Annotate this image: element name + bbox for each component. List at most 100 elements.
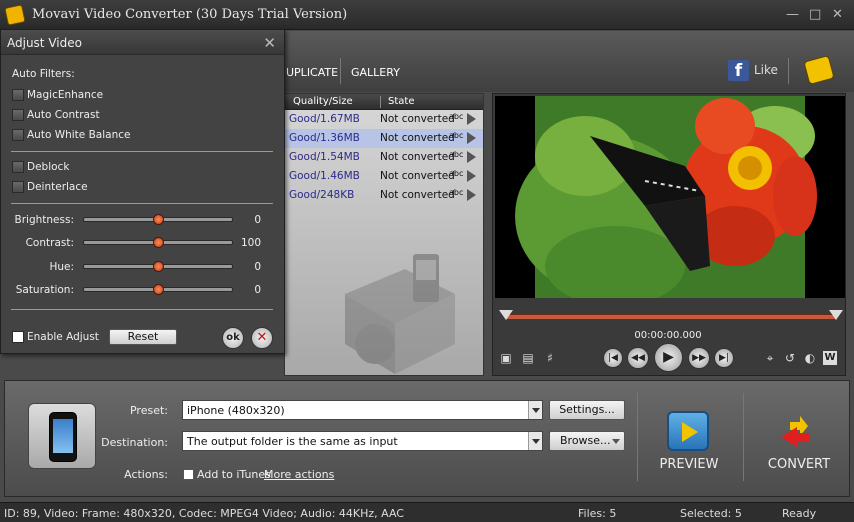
video-frame-image <box>495 96 845 298</box>
status-text: Ready <box>782 507 817 520</box>
brightness-label: Brightness: <box>14 214 74 226</box>
state: Not converted <box>380 132 455 144</box>
rotate-icon[interactable]: ↺ <box>783 351 797 365</box>
timeline-track[interactable] <box>505 314 837 320</box>
slider-thumb[interactable] <box>152 214 164 225</box>
chevron-down-icon[interactable] <box>612 439 620 444</box>
arrow-right-icon[interactable] <box>467 170 476 182</box>
settings-button[interactable]: Settings... <box>549 400 625 420</box>
timeline-slider[interactable] <box>499 310 843 324</box>
browse-label: Browse... <box>560 434 611 447</box>
tab-duplicate[interactable]: UPLICATE <box>286 66 338 79</box>
deinterlace-checkbox[interactable] <box>12 181 24 193</box>
deinterlace-label[interactable]: Deinterlace <box>27 181 88 193</box>
chevron-down-icon[interactable] <box>528 432 542 450</box>
fast-forward-icon[interactable]: ▶▶ <box>688 347 710 369</box>
divider <box>11 203 273 204</box>
media-info: ID: 89, Video: Frame: 480x320, Codec: MP… <box>4 507 404 520</box>
convert-button[interactable]: CONVERT <box>757 457 841 472</box>
auto-contrast-checkbox[interactable] <box>12 109 24 121</box>
add-to-itunes-label[interactable]: Add to iTunes <box>197 468 271 481</box>
fullscreen-icon[interactable]: ▣ <box>499 351 513 365</box>
maximize-button[interactable]: □ <box>809 8 821 22</box>
destination-label: Destination: <box>101 436 168 449</box>
more-actions-link[interactable]: More actions <box>264 468 334 481</box>
separator <box>637 393 638 481</box>
status-bar: ID: 89, Video: Frame: 480x320, Codec: MP… <box>0 502 854 522</box>
slider-thumb[interactable] <box>152 261 164 272</box>
column-quality[interactable]: Quality/Size <box>293 96 353 107</box>
contrast-slider[interactable] <box>83 237 233 248</box>
preset-value: iPhone (480x320) <box>187 404 285 417</box>
hue-value: 0 <box>254 261 261 273</box>
file-list[interactable]: Quality/Size State Good/1.67MB Not conve… <box>284 93 484 376</box>
saturation-slider[interactable] <box>83 284 233 295</box>
enable-adjust-checkbox[interactable] <box>12 331 24 343</box>
arrow-right-icon[interactable] <box>467 132 476 144</box>
hue-slider[interactable] <box>83 261 233 272</box>
files-count: Files: 5 <box>578 507 617 520</box>
deblock-label[interactable]: Deblock <box>27 161 69 173</box>
watermark-icon[interactable]: W <box>823 351 837 365</box>
close-button[interactable]: ✕ <box>832 8 843 22</box>
magicenhance-label[interactable]: MagicEnhance <box>27 89 103 101</box>
column-state[interactable]: State <box>388 96 414 107</box>
add-to-itunes-checkbox[interactable] <box>183 469 194 480</box>
dialog-title-bar[interactable]: Adjust Video ✕ <box>1 30 284 55</box>
slider-thumb[interactable] <box>152 237 164 248</box>
film-strip-icon[interactable]: ▤ <box>521 351 535 365</box>
quality-size: Good/1.67MB <box>289 113 360 125</box>
arrow-right-icon[interactable] <box>467 189 476 201</box>
video-preview[interactable] <box>495 96 845 298</box>
adjust-video-dialog: Adjust Video ✕ Auto Filters: MagicEnhanc… <box>0 29 285 354</box>
hue-label: Hue: <box>49 261 74 273</box>
crop-icon[interactable]: ⌖ <box>763 351 777 365</box>
auto-white-balance-checkbox[interactable] <box>12 129 24 141</box>
table-row[interactable]: Good/1.36MB Not converted abc <box>285 129 483 148</box>
rewind-icon[interactable]: ◀◀ <box>627 347 649 369</box>
state: Not converted <box>380 189 455 201</box>
preview-button[interactable]: PREVIEW <box>645 457 733 472</box>
selected-count: Selected: 5 <box>680 507 742 520</box>
table-row[interactable]: Good/1.46MB Not converted abc <box>285 167 483 186</box>
volume-icon[interactable]: ♯ <box>543 351 557 365</box>
toolbar-separator <box>788 58 789 84</box>
brightness-slider[interactable] <box>83 214 233 225</box>
table-row[interactable]: Good/248KB Not converted abc <box>285 186 483 205</box>
browse-button[interactable]: Browse... <box>549 431 625 451</box>
arrow-right-icon[interactable] <box>467 113 476 125</box>
tab-gallery[interactable]: GALLERY <box>351 66 400 79</box>
close-icon[interactable]: ✕ <box>263 34 276 52</box>
magicenhance-checkbox[interactable] <box>12 89 24 101</box>
minimize-button[interactable]: — <box>786 8 799 22</box>
contrast-value: 100 <box>241 237 262 249</box>
reset-button[interactable]: Reset <box>109 329 177 345</box>
chevron-down-icon[interactable] <box>528 401 542 419</box>
preview-icon[interactable] <box>667 411 709 451</box>
arrow-right-icon[interactable] <box>467 151 476 163</box>
skip-start-icon[interactable]: |◀ <box>603 348 623 368</box>
state: Not converted <box>380 113 455 125</box>
adjust-icon[interactable]: ◐ <box>803 351 817 365</box>
subtitle-tag: abc <box>449 188 464 197</box>
preview-panel: 00:00:00.000 ▣ ▤ ♯ |◀ ◀◀ ▶ ▶▶ ▶| ⌖ ↺ ◐ W <box>492 93 846 376</box>
slider-thumb[interactable] <box>152 284 164 295</box>
cancel-icon[interactable]: ✕ <box>251 327 273 349</box>
ok-button[interactable]: ok <box>222 327 244 349</box>
destination-select[interactable]: The output folder is the same as input <box>182 431 543 451</box>
preset-select[interactable]: iPhone (480x320) <box>182 400 543 420</box>
enable-adjust-label[interactable]: Enable Adjust <box>27 331 99 343</box>
play-icon[interactable]: ▶ <box>654 343 683 372</box>
convert-arrows-icon[interactable] <box>777 413 821 451</box>
timeline-end-marker[interactable] <box>829 310 843 320</box>
auto-white-balance-label[interactable]: Auto White Balance <box>27 129 130 141</box>
deblock-checkbox[interactable] <box>12 161 24 173</box>
timeline-start-marker[interactable] <box>499 310 513 320</box>
auto-contrast-label[interactable]: Auto Contrast <box>27 109 100 121</box>
facebook-icon[interactable]: f <box>728 60 749 81</box>
facebook-like-label[interactable]: Like <box>754 63 778 77</box>
actions-label: Actions: <box>124 468 168 481</box>
table-row[interactable]: Good/1.54MB Not converted abc <box>285 148 483 167</box>
skip-end-icon[interactable]: ▶| <box>714 348 734 368</box>
table-row[interactable]: Good/1.67MB Not converted abc <box>285 110 483 129</box>
